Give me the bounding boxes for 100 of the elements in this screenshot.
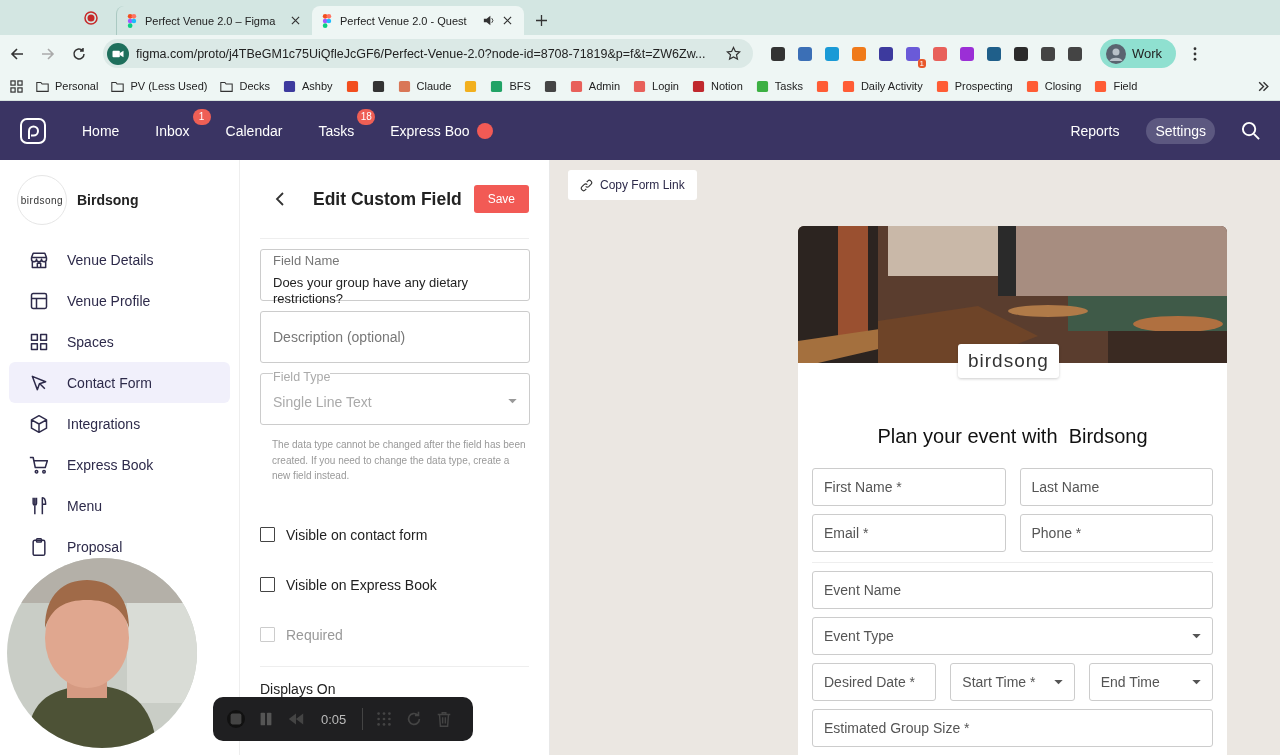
sidebar-item[interactable]: Express Book xyxy=(9,444,230,485)
nav-link[interactable]: Calendar xyxy=(216,117,292,144)
sidebar-item[interactable]: Menu xyxy=(9,485,230,526)
field-name-input[interactable]: Field Name Does your group have any dietary restrictions? xyxy=(260,249,530,301)
bookmark-link[interactable]: BFS xyxy=(509,80,531,92)
extension-icon[interactable] xyxy=(1040,45,1056,62)
folder-icon[interactable] xyxy=(36,79,49,93)
bookmark-link[interactable]: Field xyxy=(1113,80,1138,92)
copy-link-button[interactable]: Copy Form Link xyxy=(568,170,697,200)
form-input[interactable]: Desired Date * xyxy=(812,663,937,701)
form-input[interactable]: First Name * xyxy=(812,468,1006,506)
sidebar-item[interactable]: Proposal xyxy=(9,526,230,567)
extension-icon[interactable] xyxy=(878,45,894,62)
panel-title: Edit Custom Field xyxy=(313,188,463,210)
form-select[interactable]: End Time xyxy=(1088,663,1213,701)
venue-name: Birdsong xyxy=(77,192,139,208)
form-select[interactable]: Start Time * xyxy=(950,663,1075,701)
apps-grid-icon[interactable] xyxy=(10,79,23,93)
cube-icon xyxy=(29,413,49,434)
bookmark-link[interactable]: Closing xyxy=(1044,80,1082,92)
clipboard-icon xyxy=(29,536,49,557)
caret-icon xyxy=(1053,679,1063,685)
checkbox-label: Visible on contact form xyxy=(286,526,428,543)
cart-icon xyxy=(29,454,49,475)
sidebar-item[interactable]: Integrations xyxy=(9,403,230,444)
section-heading: Displays On xyxy=(260,680,337,697)
venue-logo: birdsong xyxy=(958,344,1059,378)
form-select[interactable]: Event Type xyxy=(812,617,1213,655)
layout-icon xyxy=(29,290,49,311)
nav-link[interactable]: Express Boo xyxy=(381,117,479,144)
form-input[interactable]: Phone * xyxy=(1019,514,1213,552)
form-input[interactable]: Event Name xyxy=(812,571,1213,609)
nav-link[interactable]: Reports xyxy=(1061,117,1129,144)
extension-badge: 1 xyxy=(917,58,926,68)
sidebar-item[interactable]: Venue Details xyxy=(9,239,230,280)
bookmark-link[interactable]: Daily Activity xyxy=(860,80,923,92)
browser-tab[interactable]: Perfect Venue 2.0 - Quest xyxy=(312,6,524,35)
checkbox[interactable] xyxy=(260,577,275,592)
profile-button[interactable]: Work xyxy=(1100,39,1177,68)
form-input[interactable]: Email * xyxy=(812,514,1006,552)
address-field[interactable]: figma.com/proto/j4TBeGM1c75UiQfleJcGF6/Perfect-Venue-2.0?node-id=8708-71819&p=f&t=ZW6Zw... xyxy=(103,39,753,68)
extension-icon[interactable] xyxy=(986,45,1002,62)
extension-icon[interactable] xyxy=(770,45,786,62)
folder-icon[interactable] xyxy=(111,79,125,93)
count-badge: 18 xyxy=(357,108,376,125)
bookmark-link[interactable]: Claude xyxy=(416,80,452,92)
sidebar-item[interactable]: Contact Form xyxy=(9,362,230,403)
new-tab-icon[interactable] xyxy=(536,15,547,26)
bookmark-link[interactable]: Decks xyxy=(239,80,270,92)
bookmark-link[interactable]: Admin xyxy=(588,80,621,92)
bookmark-link[interactable]: Personal xyxy=(55,80,99,92)
checkbox-label: Required xyxy=(286,626,343,643)
close-icon[interactable] xyxy=(503,16,512,25)
recording-time: 0:05 xyxy=(321,711,347,727)
search-icon[interactable] xyxy=(1241,121,1260,140)
checkbox-label: Visible on Express Book xyxy=(286,576,437,593)
sidebar-item[interactable]: Venue Profile xyxy=(9,280,230,321)
bookmark-icon[interactable] xyxy=(371,79,385,93)
venue-logo: birdsong xyxy=(17,175,67,225)
bookmark-icon[interactable] xyxy=(691,79,705,93)
caret-icon xyxy=(508,399,517,404)
link-icon xyxy=(580,178,593,192)
bookmark-link[interactable]: Notion xyxy=(710,80,743,92)
folder-icon[interactable] xyxy=(220,79,234,93)
grid-dots-icon[interactable] xyxy=(375,710,394,728)
chevron-more-icon[interactable] xyxy=(1257,79,1270,93)
nav-link[interactable]: Settings xyxy=(1146,117,1215,144)
bookmark-link[interactable]: Ashby xyxy=(302,80,333,92)
grid-icon xyxy=(29,331,49,352)
bookmark-icon[interactable] xyxy=(543,79,557,93)
back-arrow-icon[interactable] xyxy=(10,46,24,61)
figma-icon xyxy=(127,13,137,28)
nav-link[interactable]: Home xyxy=(73,117,129,144)
bookmark-link[interactable]: Tasks xyxy=(774,80,803,92)
bookmark-link[interactable]: Login xyxy=(652,80,679,92)
checkbox[interactable] xyxy=(260,527,275,542)
fork-knife-icon xyxy=(29,495,49,516)
speaker-icon[interactable] xyxy=(482,14,495,27)
star-icon[interactable] xyxy=(726,46,741,61)
caret-icon xyxy=(1192,633,1201,639)
cursor-dot xyxy=(476,122,493,139)
record-icon[interactable] xyxy=(84,11,98,25)
extension-icon[interactable] xyxy=(1013,45,1029,62)
bookmark-icon[interactable] xyxy=(283,79,296,93)
sidebar-item[interactable]: Spaces xyxy=(9,321,230,362)
description-input[interactable]: Description (optional) xyxy=(260,311,530,363)
help-text: The data type cannot be changed after the field has been created. If you need to change the data type, create a new field instead. xyxy=(272,438,527,483)
close-icon[interactable] xyxy=(291,16,300,25)
form-input[interactable]: Estimated Group Size * xyxy=(812,709,1213,747)
more-icon[interactable] xyxy=(1193,46,1198,61)
app-logo-icon[interactable] xyxy=(20,117,46,144)
back-chevron-icon[interactable] xyxy=(275,191,285,207)
extension-icon[interactable] xyxy=(1067,45,1083,62)
bookmark-link[interactable]: PV (Less Used) xyxy=(130,80,208,92)
camera-icon xyxy=(107,42,129,65)
form-heading: Plan your event with Birdsong xyxy=(876,425,1149,448)
form-input[interactable]: Last Name xyxy=(1019,468,1213,506)
avatar-icon xyxy=(1106,43,1126,64)
bookmark-link[interactable]: Prospecting xyxy=(954,80,1013,92)
reload-icon[interactable] xyxy=(72,46,86,61)
